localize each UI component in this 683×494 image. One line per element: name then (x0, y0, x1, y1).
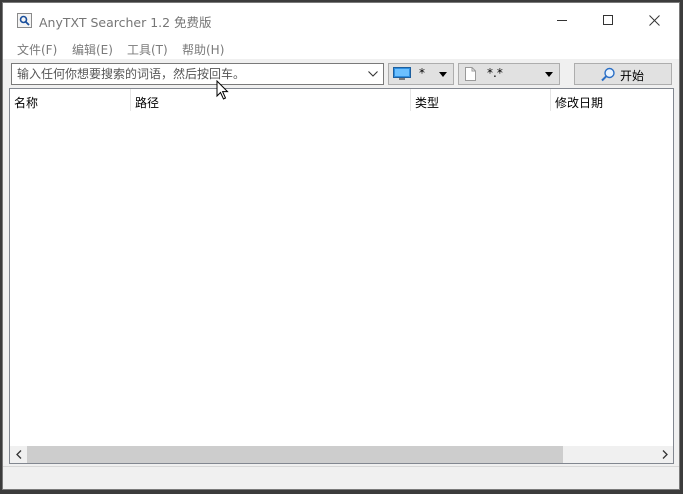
title-bar[interactable]: AnyTXT Searcher 1.2 免费版 (3, 3, 679, 37)
minimize-icon (557, 20, 567, 21)
toolbar: * *.* 开始 (3, 59, 679, 88)
filetype-select[interactable]: *.* (458, 63, 560, 85)
scroll-right-button[interactable] (656, 446, 673, 463)
horizontal-scrollbar[interactable] (10, 446, 673, 463)
search-document-icon (17, 13, 32, 28)
chevron-left-icon (15, 450, 21, 459)
column-path-label: 路径 (135, 96, 160, 110)
column-type-label: 类型 (415, 96, 440, 110)
location-select[interactable]: * (388, 63, 454, 85)
column-header-type[interactable]: 类型 (411, 89, 551, 111)
column-header-name[interactable]: 名称 (10, 89, 131, 111)
location-value: * (419, 66, 425, 80)
column-header-modified[interactable]: 修改日期 (551, 89, 673, 111)
app-window: AnyTXT Searcher 1.2 免费版 文件(F) 编辑(E) 工具(T… (2, 2, 680, 490)
start-search-button[interactable]: 开始 (574, 63, 672, 85)
close-icon (648, 14, 660, 26)
chevron-right-icon (662, 450, 668, 459)
menu-edit[interactable]: 编辑(E) (72, 41, 113, 58)
dropdown-arrow-icon (439, 72, 447, 77)
column-header-path[interactable]: 路径 (131, 89, 411, 111)
menu-file[interactable]: 文件(F) (17, 41, 57, 58)
maximize-icon (603, 15, 613, 25)
dropdown-arrow-icon (545, 72, 553, 77)
start-button-label: 开始 (620, 69, 645, 83)
search-history-dropdown[interactable] (365, 65, 381, 83)
mouse-pointer-icon (216, 80, 229, 100)
computer-icon (393, 67, 411, 80)
search-icon (601, 67, 615, 82)
window-title: AnyTXT Searcher 1.2 免费版 (39, 15, 212, 30)
menu-bar: 文件(F) 编辑(E) 工具(T) 帮助(H) (3, 37, 679, 59)
chevron-down-icon (368, 71, 378, 77)
minimize-button[interactable] (539, 3, 585, 37)
results-list[interactable]: 名称 路径 类型 修改日期 (9, 88, 674, 464)
file-icon (465, 67, 476, 81)
menu-tools[interactable]: 工具(T) (127, 41, 168, 58)
scroll-thumb[interactable] (27, 446, 563, 463)
search-combobox[interactable] (11, 63, 384, 85)
column-name-label: 名称 (14, 96, 39, 110)
search-input[interactable] (12, 64, 362, 84)
status-bar (3, 466, 679, 489)
close-button[interactable] (631, 3, 677, 37)
scroll-left-button[interactable] (10, 446, 27, 463)
column-modified-label: 修改日期 (555, 96, 604, 110)
filetype-value: *.* (487, 66, 503, 80)
maximize-button[interactable] (585, 3, 631, 37)
menu-help[interactable]: 帮助(H) (182, 41, 224, 58)
